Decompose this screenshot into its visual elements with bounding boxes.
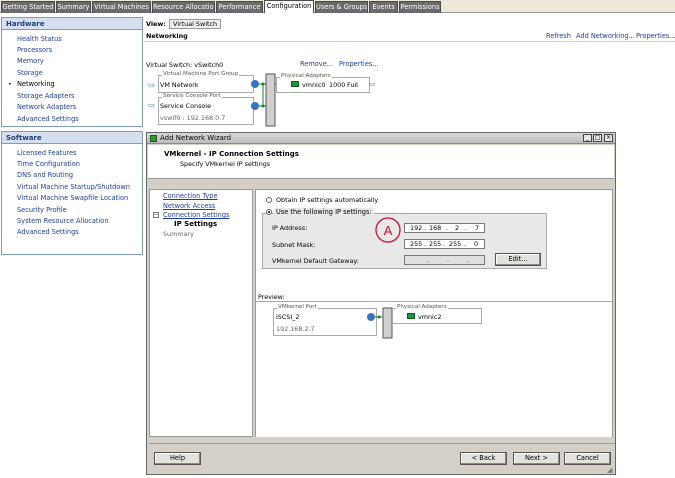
nav-health-status[interactable]: Health Status — [17, 35, 62, 44]
help-button[interactable]: Help — [154, 452, 201, 465]
nav-licensed-features[interactable]: Licensed Features — [17, 149, 77, 158]
step-ip-settings: IP Settings — [174, 220, 218, 228]
nav-advanced-settings-sw[interactable]: Advanced Settings — [17, 228, 79, 237]
preview-port-legend: VMkernel Port — [277, 304, 318, 310]
step-network-access[interactable]: Network Access — [163, 202, 215, 210]
nic-icon — [291, 81, 299, 87]
nav-security-profile[interactable]: Security Profile — [17, 206, 67, 215]
ip-settings-panel: Obtain IP settings automatically Use the… — [255, 189, 613, 437]
wizard-titlebar: Add Network Wizard _ □ × — [147, 133, 615, 144]
callout-a-marker: A — [375, 217, 401, 243]
vswitch-properties-link[interactable]: Properties... — [339, 60, 379, 68]
view-virtual-switch[interactable]: Virtual Switch — [169, 19, 222, 29]
vmnic0-name: vmnic0 — [302, 81, 326, 89]
step-connection-type[interactable]: Connection Type — [163, 192, 218, 200]
tab-summary[interactable]: Summary — [56, 1, 91, 13]
wizard-title: Add Network Wizard — [160, 134, 232, 142]
preview-nic-icon — [407, 313, 415, 319]
svg-text:A: A — [384, 223, 393, 238]
nav-storage-adapters[interactable]: Storage Adapters — [17, 92, 75, 101]
back-button[interactable]: < Back — [460, 452, 507, 465]
use-following-label: Use the following IP settings: — [274, 208, 374, 216]
nav-dns-routing[interactable]: DNS and Routing — [17, 171, 73, 180]
ip-address-input[interactable]: 192. 168. 2. 7 — [404, 223, 485, 233]
tab-resource-allocation[interactable]: Resource Allocation — [152, 1, 215, 13]
wizard-heading: VMkernel - IP Connection Settings — [164, 150, 299, 158]
tab-permissions[interactable]: Permissions — [399, 1, 441, 13]
tab-getting-started[interactable]: Getting Started — [1, 1, 55, 13]
step-connection-settings[interactable]: Connection Settings — [163, 211, 229, 219]
portgroup-icon: ▭ — [148, 81, 155, 89]
tab-configuration[interactable]: Configuration — [264, 0, 314, 13]
nav-time-configuration[interactable]: Time Configuration — [17, 160, 80, 169]
preview-label: Preview: — [258, 293, 285, 301]
view-label: View: — [146, 20, 166, 28]
edit-button[interactable]: Edit... — [495, 253, 541, 266]
nav-processors[interactable]: Processors — [17, 46, 52, 55]
adapter-info-icon[interactable]: ▭ — [369, 80, 376, 88]
step-summary: Summary — [163, 230, 194, 238]
vswitch-label: Virtual Switch: vSwitch0 — [146, 61, 224, 69]
resize-grip-icon[interactable]: ◢ — [607, 466, 612, 474]
vmnic0-speed: 1000 — [329, 81, 346, 89]
nav-network-adapters[interactable]: Network Adapters — [17, 103, 76, 112]
ip-address-label: IP Address: — [272, 224, 308, 232]
nav-storage[interactable]: Storage — [17, 69, 43, 78]
tab-events[interactable]: Events — [369, 1, 398, 13]
nav-system-resource[interactable]: System Resource Allocation — [17, 217, 109, 226]
radio-use-following[interactable] — [266, 209, 272, 215]
properties-link[interactable]: Properties... — [636, 32, 675, 40]
tab-bar: Getting Started Summary Virtual Machines… — [0, 0, 675, 13]
tab-virtual-machines[interactable]: Virtual Machines — [92, 1, 151, 13]
vmnic0-duplex: Full — [347, 81, 358, 89]
physical-adapters-legend: Physical Adapters — [280, 73, 332, 79]
vm-portgroup-legend: Virtual Machine Port Group — [162, 71, 240, 77]
preview-port-name: iSCSI_2 — [276, 313, 300, 321]
preview-port-ip: 192.168.2.7 — [276, 325, 315, 333]
nav-advanced-settings-hw[interactable]: Advanced Settings — [17, 115, 79, 124]
wizard-app-icon — [150, 135, 157, 142]
header-divider — [144, 41, 675, 42]
networking-title: Networking — [146, 32, 188, 40]
obtain-auto-label: Obtain IP settings automatically — [276, 196, 379, 204]
nav-networking[interactable]: Networking — [17, 80, 55, 89]
left-pane: Hardware Health Status Processors Memory… — [0, 15, 144, 478]
subnet-mask-input[interactable]: 255. 255. 255. 0 — [404, 239, 485, 249]
preview-nic-name: vmnic2 — [418, 313, 442, 321]
add-network-wizard: Add Network Wizard _ □ × VMkernel - IP C… — [146, 132, 616, 475]
tab-users-groups[interactable]: Users & Groups — [315, 1, 368, 13]
nav-vm-startup[interactable]: Virtual Machine Startup/Shutdown — [17, 183, 130, 192]
current-item-bullet: • — [8, 81, 12, 88]
gateway-label: VMkernel Default Gateway: — [272, 257, 359, 265]
hardware-heading: Hardware — [2, 18, 142, 30]
add-networking-link[interactable]: Add Networking... — [576, 32, 635, 40]
service-console-ip: vswif0 : 192.168.0.7 — [160, 114, 226, 122]
subnet-mask-label: Subnet Mask: — [272, 241, 316, 249]
vm-network-name: VM Network — [160, 81, 199, 89]
footer-divider — [149, 443, 615, 444]
preview-pa-legend: Physical Adapters — [396, 304, 448, 310]
minimize-button[interactable]: _ — [583, 134, 592, 142]
sc-port-legend: Service Console Port — [162, 93, 222, 99]
wizard-steps-panel: Connection Type Network Access − Connect… — [149, 189, 253, 437]
gateway-input[interactable]: . . . — [404, 255, 485, 265]
maximize-button[interactable]: □ — [593, 134, 602, 142]
nav-vm-swapfile[interactable]: Virtual Machine Swapfile Location — [17, 194, 128, 203]
cancel-button[interactable]: Cancel — [564, 452, 611, 465]
close-button[interactable]: × — [604, 134, 613, 142]
next-button[interactable]: Next > — [513, 452, 560, 465]
refresh-link[interactable]: Refresh — [546, 32, 571, 40]
service-console-name: Service Console — [160, 102, 212, 110]
radio-obtain-auto[interactable] — [266, 197, 272, 203]
tab-performance[interactable]: Performance — [216, 1, 263, 13]
wizard-header: VMkernel - IP Connection Settings Specif… — [148, 145, 614, 179]
collapse-icon[interactable]: − — [153, 212, 159, 218]
wizard-subheading: Specify VMkernel IP settings — [180, 160, 271, 168]
software-heading: Software — [2, 132, 142, 144]
service-console-icon: ▭ — [148, 101, 155, 109]
vswitch-remove-link[interactable]: Remove... — [300, 60, 333, 68]
nav-memory[interactable]: Memory — [17, 57, 44, 66]
